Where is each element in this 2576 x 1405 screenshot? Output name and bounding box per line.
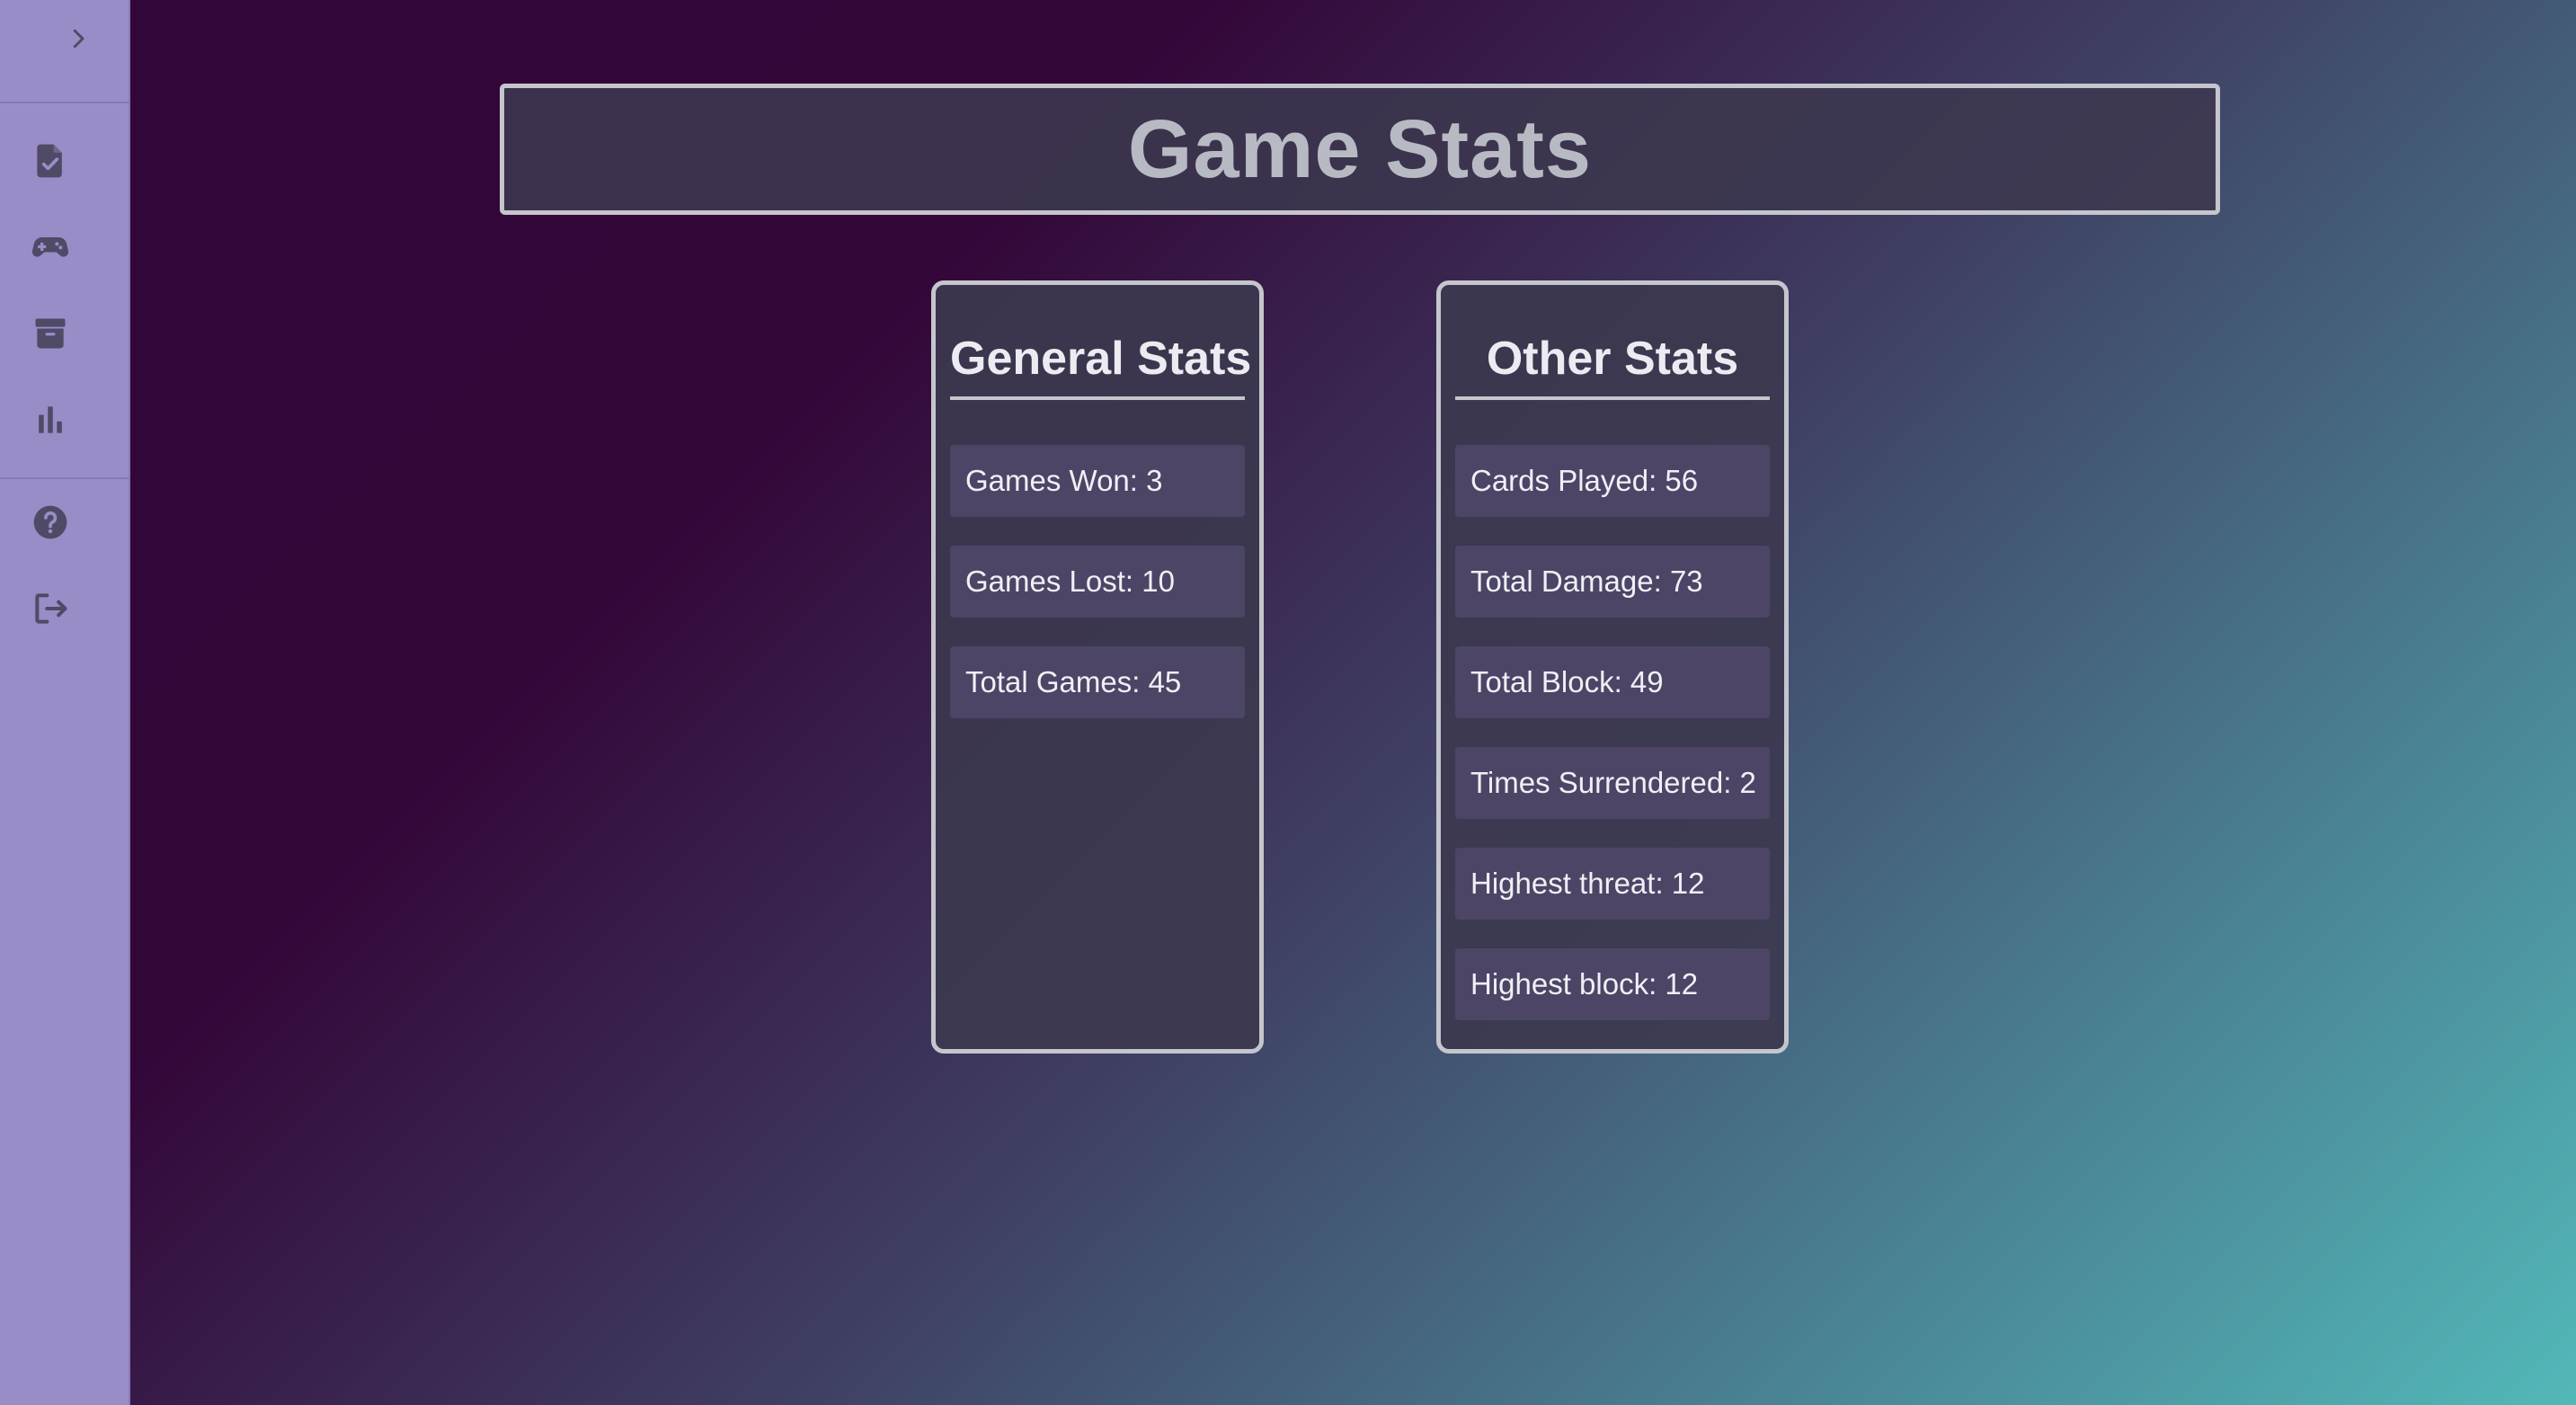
chevron-right-icon [73,29,84,49]
stat-games-lost: Games Lost: 10 [950,546,1245,618]
sidebar [0,0,130,1405]
help-circle-icon [33,505,67,539]
page-title: Game Stats [1127,102,1593,195]
general-stats-panel: General Stats Games Won: 3 Games Lost: 1… [931,280,1264,1054]
logout-icon [35,593,67,624]
title-underline [950,396,1245,400]
sidebar-item-stats[interactable] [25,395,76,445]
sidebar-item-tasks[interactable] [25,136,76,186]
stat-highest-block: Highest block: 12 [1455,948,1770,1020]
sidebar-item-archive[interactable] [25,308,76,359]
sidebar-divider [0,102,130,103]
gamepad-icon [31,237,69,257]
stat-cards-played: Cards Played: 56 [1455,445,1770,517]
archive-icon [35,318,66,349]
file-check-icon [37,144,62,178]
sidebar-divider [0,477,130,479]
bar-chart-icon [39,406,62,433]
general-stats-title: General Stats [950,333,1252,385]
other-stats-panel: Other Stats Cards Played: 56 Total Damag… [1436,280,1789,1054]
stat-total-damage: Total Damage: 73 [1455,546,1770,618]
page-title-box: Game Stats [500,84,2220,215]
sidebar-toggle-button[interactable] [63,23,93,54]
stat-total-games: Total Games: 45 [950,646,1245,718]
stat-highest-threat: Highest threat: 12 [1455,848,1770,920]
sidebar-item-logout[interactable] [25,583,76,634]
stat-games-won: Games Won: 3 [950,445,1245,517]
stat-times-surrendered: Times Surrendered: 2 [1455,747,1770,819]
stat-total-block: Total Block: 49 [1455,646,1770,718]
other-stats-title: Other Stats [1486,333,1739,385]
sidebar-item-game[interactable] [25,222,76,272]
sidebar-item-help[interactable] [25,497,76,547]
title-underline [1455,396,1770,400]
